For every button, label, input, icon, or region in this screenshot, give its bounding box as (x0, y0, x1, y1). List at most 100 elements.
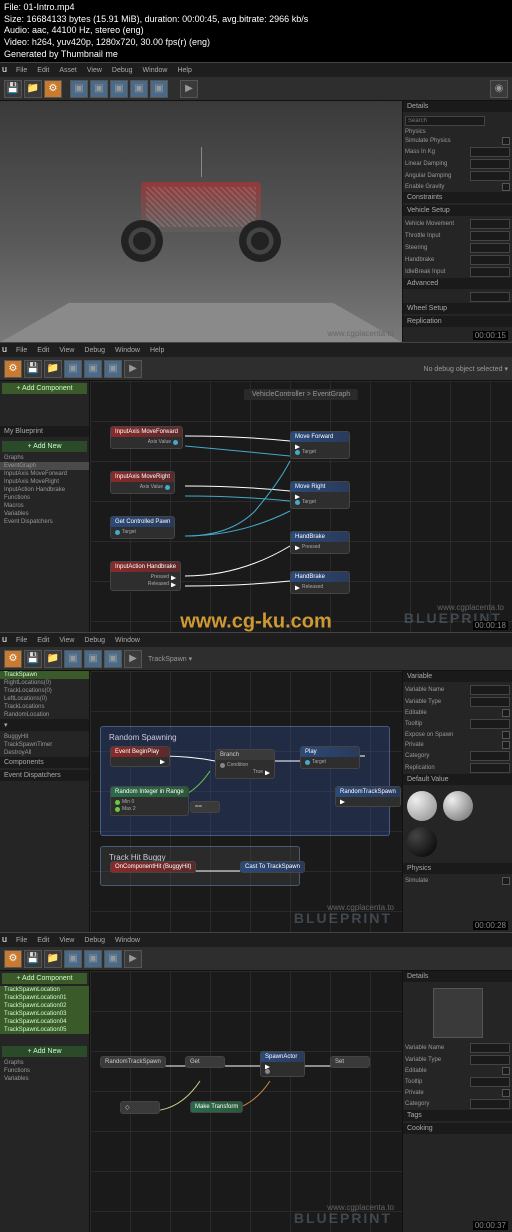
checkbox[interactable] (502, 1067, 510, 1075)
pin-icon[interactable] (295, 500, 300, 505)
checkbox[interactable] (502, 183, 510, 191)
list-item[interactable]: TrackLocations (0, 703, 89, 711)
pin-icon[interactable] (171, 582, 176, 587)
section-macros[interactable]: Macros (0, 502, 89, 510)
pin-icon[interactable] (115, 530, 120, 535)
node-spawn-actor[interactable]: SpawnActor (260, 1051, 305, 1077)
section-variables[interactable]: Variables (0, 1075, 89, 1083)
graph-item[interactable]: InputAction Handbrake (0, 486, 89, 494)
checkbox[interactable] (502, 877, 510, 885)
prop-input[interactable] (470, 243, 510, 253)
toolbar-btn[interactable]: ▣ (64, 360, 82, 378)
node-play[interactable]: Play Target (300, 746, 360, 769)
node-input-moveright[interactable]: InputAxis MoveRight Axis Value (110, 471, 175, 494)
menu-view[interactable]: View (87, 67, 102, 74)
menu-debug[interactable]: Debug (84, 347, 105, 354)
node-input-handbrake[interactable]: InputAction Handbrake Pressed Released (110, 561, 181, 591)
node-cast[interactable]: Cast To TrackSpawn (240, 861, 305, 873)
toolbar-btn-3[interactable]: ▣ (110, 80, 128, 98)
blueprint-graph[interactable]: TrackSpawn › EventGraph › RandomTrackSpa… (90, 971, 402, 1232)
menu-window[interactable]: Window (115, 347, 140, 354)
prop-input[interactable] (470, 763, 510, 773)
pin-icon[interactable] (265, 1069, 270, 1074)
section-graphs[interactable]: Graphs (0, 1059, 89, 1067)
toolbar-btn[interactable]: ▣ (84, 650, 102, 668)
prop-input[interactable] (470, 1055, 510, 1065)
node-get[interactable]: Get (185, 1056, 225, 1068)
list-item[interactable]: TrackSpawnLocation03 (0, 1010, 89, 1018)
node-equals[interactable]: == (190, 801, 220, 813)
list-item[interactable]: TrackSpawnLocation05 (0, 1026, 89, 1034)
node-variable[interactable]: ◇ (120, 1101, 160, 1114)
pin-icon[interactable] (340, 799, 345, 804)
menu-asset[interactable]: Asset (59, 67, 77, 74)
debug-filter[interactable]: No debug object selected ▾ (424, 365, 508, 373)
section-dispatchers[interactable]: Event Dispatchers (0, 518, 89, 526)
section-variables[interactable]: Variables (0, 510, 89, 518)
graph-item[interactable]: InputAxis MoveRight (0, 478, 89, 486)
menu-debug[interactable]: Debug (84, 937, 105, 944)
menu-edit[interactable]: Edit (37, 347, 49, 354)
pin-icon[interactable] (171, 575, 176, 580)
checkbox[interactable] (502, 731, 510, 739)
menu-file[interactable]: File (16, 637, 27, 644)
prop-input[interactable] (470, 159, 510, 169)
play-button[interactable]: ▶ (124, 650, 142, 668)
checkbox[interactable] (502, 1089, 510, 1097)
menu-window[interactable]: Window (143, 67, 168, 74)
save-button[interactable]: 💾 (24, 950, 42, 968)
browse-button[interactable]: 📁 (44, 650, 62, 668)
add-new-button[interactable]: + Add New (2, 1046, 87, 1057)
prop-input[interactable] (470, 267, 510, 277)
menu-edit[interactable]: Edit (37, 67, 49, 74)
toolbar-btn-1[interactable]: ▣ (70, 80, 88, 98)
pin-icon[interactable] (173, 440, 178, 445)
save-button[interactable]: 💾 (24, 360, 42, 378)
comment-box-random-spawning[interactable]: Random Spawning (100, 726, 390, 836)
list-item[interactable]: RightLocations(0) (0, 679, 89, 687)
section-components[interactable]: Components (0, 757, 89, 768)
prop-input[interactable] (470, 685, 510, 695)
play-button[interactable]: ▶ (124, 950, 142, 968)
simulation-button[interactable]: ◉ (490, 80, 508, 98)
section-graphs[interactable]: Graphs (0, 454, 89, 462)
list-item[interactable]: TrackSpawnLocation02 (0, 1002, 89, 1010)
node-branch[interactable]: Branch Condition True (215, 749, 275, 779)
material-preview-icon[interactable] (443, 791, 473, 821)
menu-file[interactable]: File (16, 67, 27, 74)
checkbox[interactable] (502, 709, 510, 717)
dropdown[interactable]: TrackSpawn ▾ (148, 655, 192, 663)
browse-button[interactable]: 📁 (24, 80, 42, 98)
pin-icon[interactable] (115, 800, 120, 805)
toolbar-btn-4[interactable]: ▣ (130, 80, 148, 98)
prop-input[interactable] (470, 171, 510, 181)
menu-edit[interactable]: Edit (37, 637, 49, 644)
toolbar-btn[interactable]: ▣ (104, 950, 122, 968)
menu-file[interactable]: File (16, 347, 27, 354)
pin-icon[interactable] (220, 763, 225, 768)
node-set[interactable]: Set (330, 1056, 370, 1068)
toolbar-btn-5[interactable]: ▣ (150, 80, 168, 98)
node-handbrake-pressed[interactable]: HandBrake Pressed (290, 531, 350, 554)
node-component-hit[interactable]: OnComponentHit (BuggyHit) (110, 861, 196, 873)
pin-icon[interactable] (265, 770, 270, 775)
prop-input[interactable] (470, 292, 510, 302)
blueprint-graph[interactable]: VehicleController > EventGraph InputAxis… (90, 381, 512, 632)
material-preview-icon[interactable] (407, 827, 437, 857)
pin-icon[interactable] (295, 585, 300, 590)
node-get-controlled-pawn[interactable]: Get Controlled Pawn Target (110, 516, 175, 539)
toolbar-btn[interactable]: ▣ (84, 360, 102, 378)
list-item[interactable]: TrackSpawnLocation01 (0, 994, 89, 1002)
viewport-3d[interactable]: www.cgplacenta.to (0, 101, 402, 342)
browse-button[interactable]: 📁 (44, 950, 62, 968)
prop-input[interactable] (470, 1099, 510, 1109)
list-item[interactable]: TrackSpawnLocation (0, 986, 89, 994)
prop-input[interactable] (470, 751, 510, 761)
menu-window[interactable]: Window (115, 937, 140, 944)
add-new-button[interactable]: + Add New (2, 441, 87, 452)
toolbar-btn[interactable]: ▣ (104, 360, 122, 378)
toolbar-btn[interactable]: ▣ (64, 950, 82, 968)
compile-button[interactable]: ⚙ (4, 360, 22, 378)
menu-view[interactable]: View (59, 347, 74, 354)
graph-item[interactable]: InputAxis MoveForward (0, 470, 89, 478)
